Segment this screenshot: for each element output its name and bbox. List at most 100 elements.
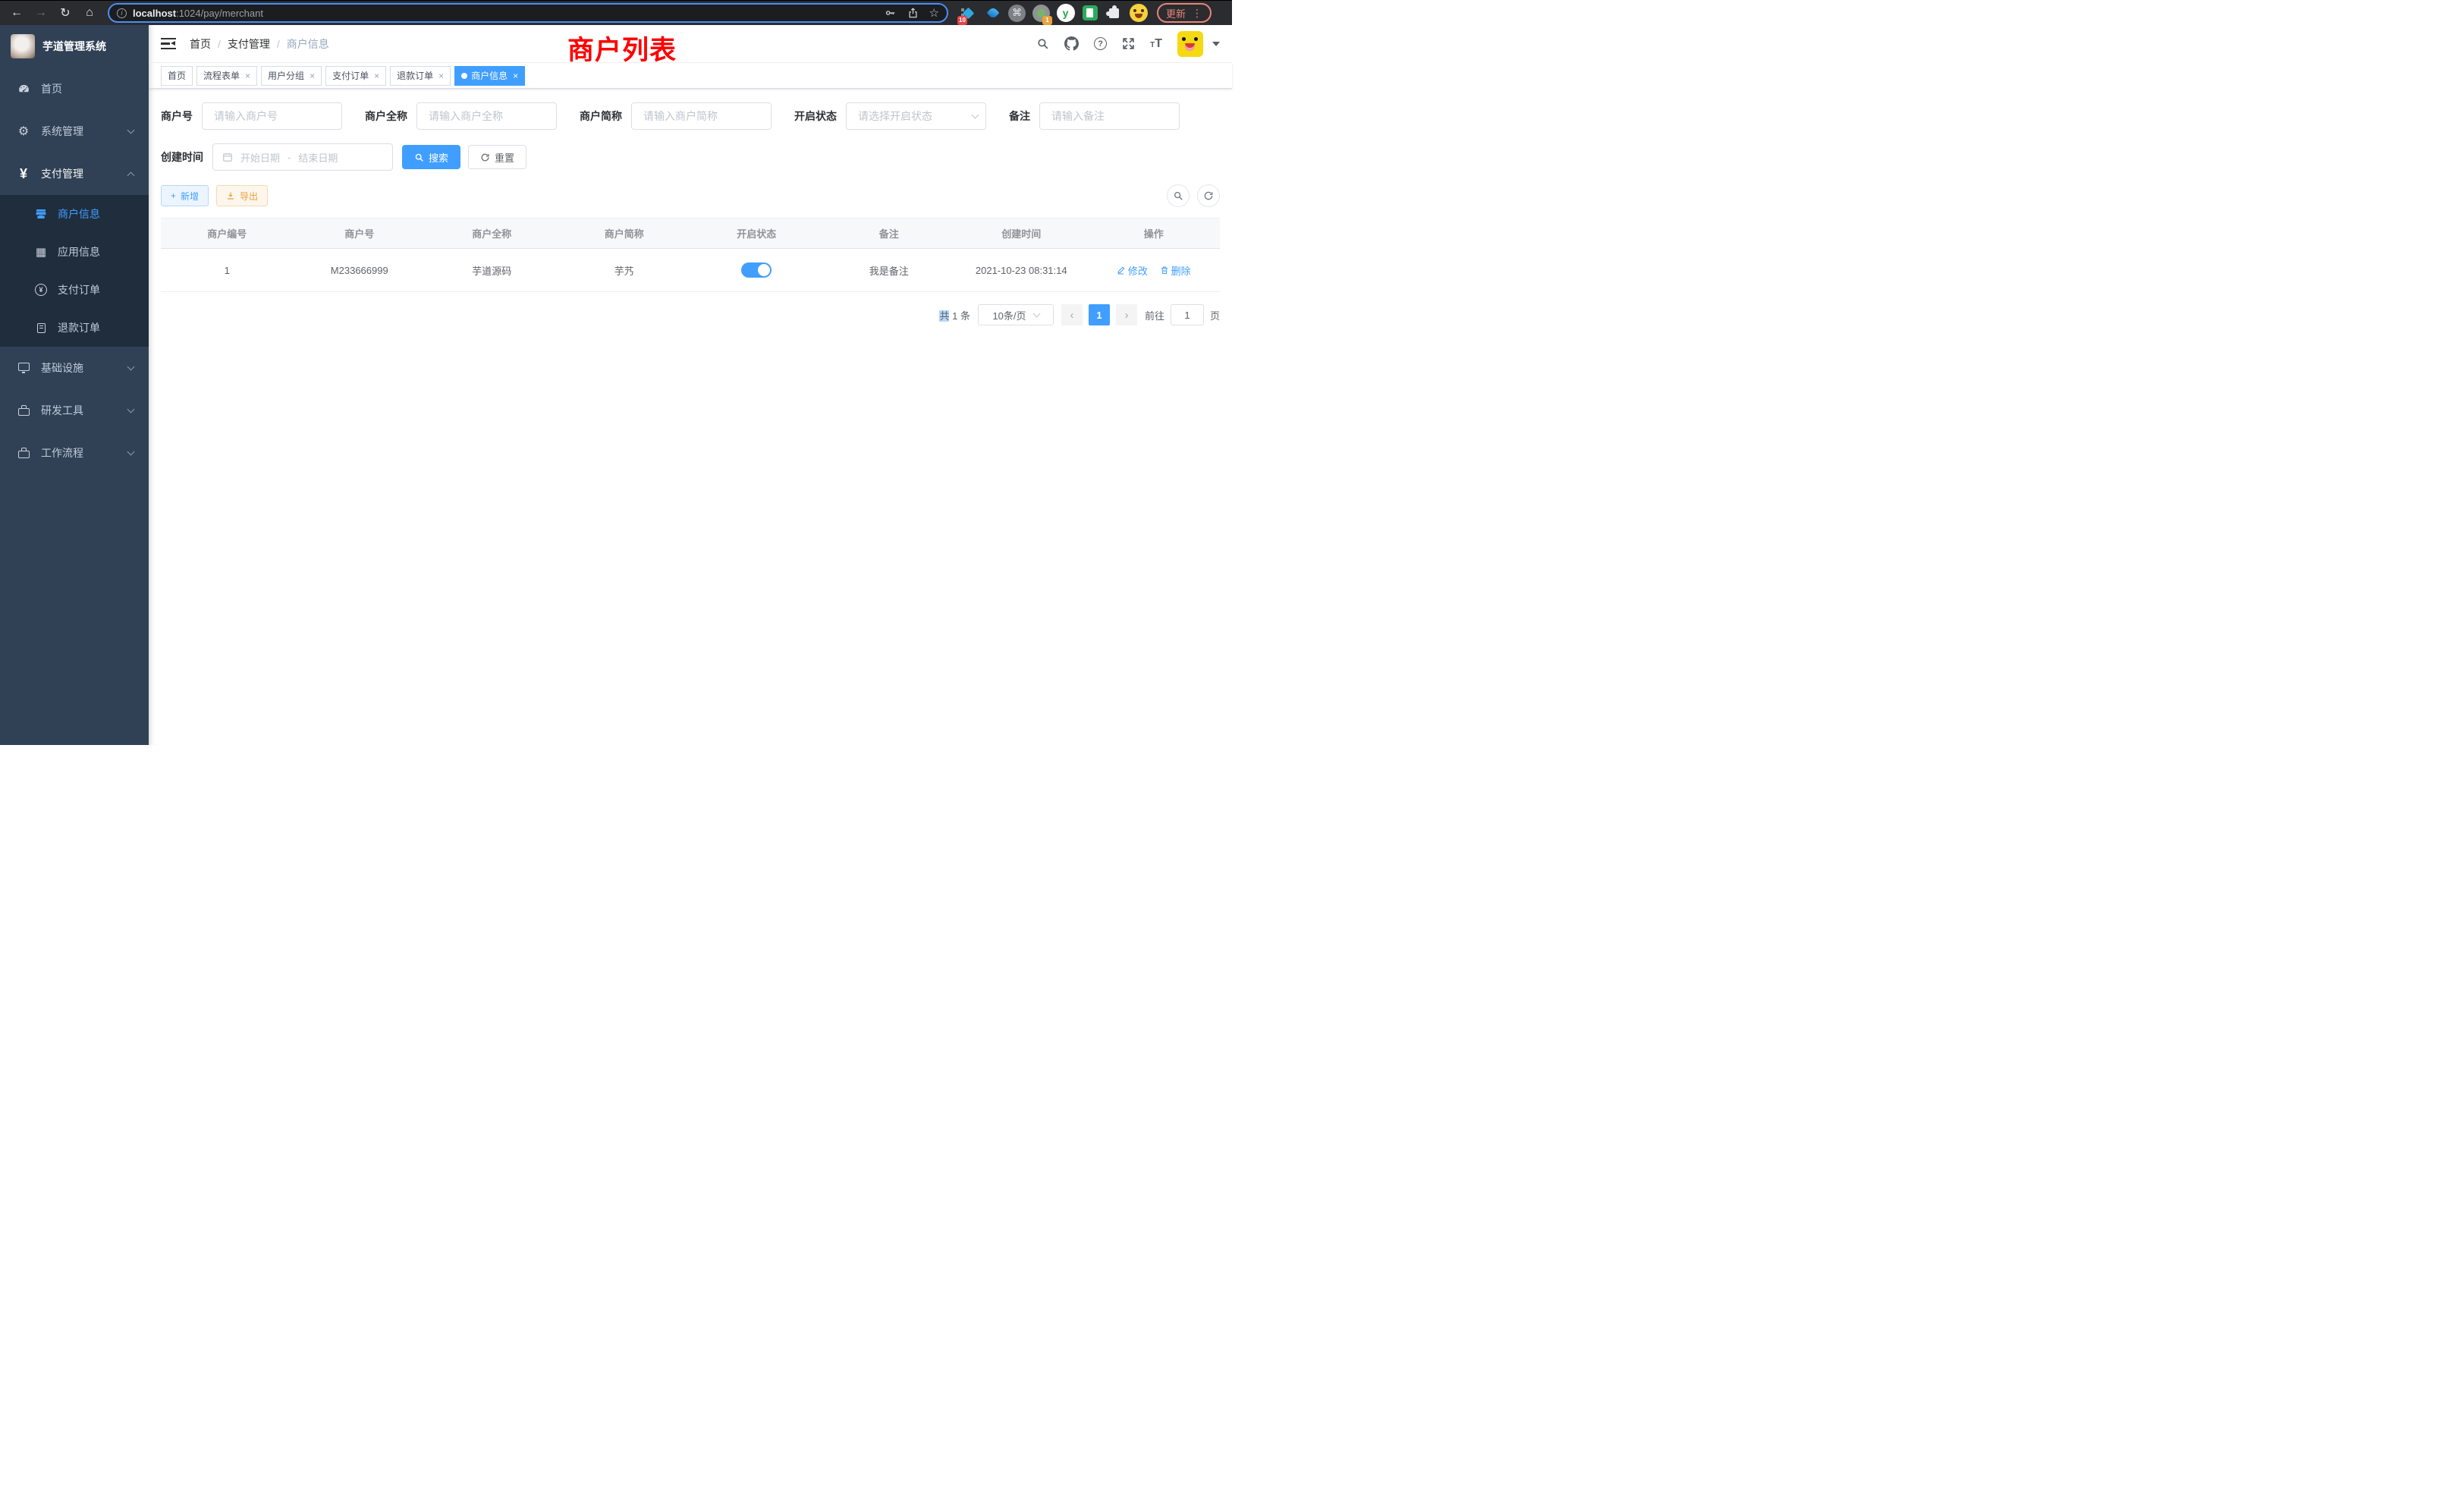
close-icon[interactable]: × bbox=[245, 71, 250, 81]
github-icon[interactable] bbox=[1064, 36, 1079, 51]
status-select[interactable]: 请选择开启状态 bbox=[846, 102, 986, 130]
filter-row-1: 商户号 商户全称 商户简称 开启状态 请选择开启状态 bbox=[161, 102, 1220, 130]
extension-command-icon[interactable]: ⌘ bbox=[1007, 4, 1026, 23]
extension-y-icon[interactable]: y bbox=[1056, 4, 1075, 23]
merchant-list-page: 商户号 商户全称 商户简称 开启状态 请选择开启状态 bbox=[149, 89, 1232, 325]
pagination-total: 共 1 条 bbox=[939, 308, 970, 322]
cell-create-time: 2021-10-23 08:31:14 bbox=[955, 249, 1088, 292]
extension-note-icon[interactable] bbox=[1080, 4, 1099, 23]
end-date-placeholder: 结束日期 bbox=[298, 150, 338, 165]
export-button[interactable]: 导出 bbox=[216, 185, 268, 206]
edit-link[interactable]: 修改 bbox=[1117, 263, 1148, 278]
key-icon[interactable] bbox=[885, 7, 897, 19]
fullscreen-icon[interactable] bbox=[1122, 37, 1135, 50]
edit-pencil-icon bbox=[1117, 266, 1126, 275]
sidebar-item-label: 支付管理 bbox=[41, 166, 83, 181]
merchant-table: 商户编号 商户号 商户全称 商户简称 开启状态 备注 创建时间 操作 1 M23… bbox=[161, 218, 1220, 292]
sidebar-item-payment[interactable]: ¥ 支付管理 bbox=[0, 152, 149, 195]
create-time-label: 创建时间 bbox=[161, 149, 203, 165]
delete-link[interactable]: 删除 bbox=[1160, 263, 1191, 278]
sidebar-item-label: 退款订单 bbox=[58, 320, 100, 335]
chevron-down-icon bbox=[1032, 310, 1040, 317]
site-info-icon[interactable]: i bbox=[117, 8, 127, 18]
plus-icon: + bbox=[171, 190, 176, 201]
gear-icon: ⚙ bbox=[15, 124, 32, 139]
bookmark-star-icon[interactable]: ☆ bbox=[929, 6, 939, 20]
logo-rabbit-image bbox=[11, 34, 35, 58]
create-time-range-picker[interactable]: 开始日期 - 结束日期 bbox=[212, 143, 393, 171]
sidebar-item-label: 基础设施 bbox=[41, 360, 83, 376]
next-page-button[interactable]: › bbox=[1116, 304, 1137, 325]
toggle-search-button[interactable] bbox=[1167, 184, 1190, 207]
share-icon[interactable] bbox=[907, 7, 919, 19]
browser-back-icon[interactable]: ← bbox=[6, 2, 27, 24]
sidebar-item-label: 首页 bbox=[41, 81, 62, 96]
font-size-icon[interactable]: TT bbox=[1150, 37, 1162, 51]
avatar[interactable] bbox=[1177, 31, 1203, 57]
extensions-puzzle-icon[interactable] bbox=[1105, 4, 1124, 23]
sidebar-item-home[interactable]: 首页 bbox=[0, 68, 149, 110]
sidebar-item-label: 支付订单 bbox=[58, 282, 100, 297]
browser-reload-icon[interactable]: ↻ bbox=[55, 2, 76, 24]
close-icon[interactable]: × bbox=[310, 71, 315, 81]
sidebar-item-workflow[interactable]: 工作流程 bbox=[0, 432, 149, 474]
date-separator: - bbox=[288, 152, 291, 163]
browser-menu-icon[interactable]: ⋮ bbox=[1192, 7, 1202, 20]
close-icon[interactable]: × bbox=[374, 71, 379, 81]
collapse-sidebar-icon[interactable] bbox=[161, 38, 176, 50]
tab-home[interactable]: 首页 bbox=[161, 66, 193, 86]
table-row: 1 M233666999 芋道源码 芋艿 我是备注 2021-10-23 08:… bbox=[161, 249, 1220, 292]
browser-forward-icon[interactable]: → bbox=[30, 2, 52, 24]
remark-input[interactable] bbox=[1039, 102, 1180, 130]
tab-process-form[interactable]: 流程表单× bbox=[196, 66, 257, 86]
help-icon[interactable]: ? bbox=[1094, 37, 1107, 50]
address-bar[interactable]: i localhost:1024/pay/merchant ☆ bbox=[108, 3, 948, 23]
reset-button[interactable]: 重置 bbox=[468, 145, 526, 169]
breadcrumb-payment[interactable]: 支付管理 bbox=[228, 36, 270, 52]
main-content: 商户列表 首页 / 支付管理 / 商户信息 ? TT 首页 bbox=[149, 25, 1232, 745]
extension-dot-icon[interactable]: 1 bbox=[1032, 4, 1051, 23]
tab-refund-order[interactable]: 退款订单× bbox=[390, 66, 451, 86]
prev-page-button[interactable]: ‹ bbox=[1061, 304, 1083, 325]
close-icon[interactable]: × bbox=[513, 71, 518, 81]
browser-update-button[interactable]: 更新 ⋮ bbox=[1157, 3, 1212, 23]
sidebar-item-refund-order[interactable]: 退款订单 bbox=[0, 309, 149, 347]
merchant-short-input[interactable] bbox=[631, 102, 772, 130]
page-annotation: 商户列表 bbox=[567, 29, 677, 68]
extension-diamond-icon[interactable]: 10 bbox=[959, 4, 978, 23]
sidebar-logo[interactable]: 芋道管理系统 bbox=[0, 25, 149, 68]
sidebar-item-infrastructure[interactable]: 基础设施 bbox=[0, 347, 149, 389]
sidebar-item-label: 系统管理 bbox=[41, 124, 83, 139]
status-toggle-on[interactable] bbox=[741, 262, 772, 278]
dashboard-icon bbox=[15, 83, 32, 96]
store-icon bbox=[33, 208, 49, 220]
tab-pay-order[interactable]: 支付订单× bbox=[325, 66, 386, 86]
search-icon[interactable] bbox=[1036, 37, 1049, 50]
tab-merchant-info[interactable]: 商户信息× bbox=[454, 66, 525, 86]
sidebar-item-dev-tools[interactable]: 研发工具 bbox=[0, 389, 149, 432]
sidebar-item-merchant-info[interactable]: 商户信息 bbox=[0, 195, 149, 233]
url-path: :1024/pay/merchant bbox=[176, 8, 263, 19]
sidebar-item-pay-order[interactable]: ¥ 支付订单 bbox=[0, 271, 149, 309]
breadcrumb-separator: / bbox=[277, 38, 280, 50]
merchant-name-input[interactable] bbox=[416, 102, 557, 130]
extension-pin-icon[interactable] bbox=[983, 4, 1002, 23]
goto-page-input[interactable] bbox=[1171, 304, 1204, 325]
merchant-no-input[interactable] bbox=[202, 102, 342, 130]
page-size-select[interactable]: 10条/页 bbox=[978, 304, 1054, 325]
add-button[interactable]: + 新增 bbox=[161, 185, 209, 206]
search-button[interactable]: 搜索 bbox=[402, 145, 460, 169]
sidebar-item-app-info[interactable]: ▦ 应用信息 bbox=[0, 233, 149, 271]
close-icon[interactable]: × bbox=[438, 71, 444, 81]
tab-user-group[interactable]: 用户分组× bbox=[261, 66, 322, 86]
avatar-caret-icon[interactable] bbox=[1212, 42, 1220, 46]
start-date-placeholder: 开始日期 bbox=[240, 150, 280, 165]
refresh-table-button[interactable] bbox=[1197, 184, 1220, 207]
profile-emoji-avatar[interactable] bbox=[1129, 4, 1148, 23]
merchant-name-label: 商户全称 bbox=[365, 108, 407, 124]
breadcrumb-home[interactable]: 首页 bbox=[190, 36, 211, 52]
sidebar-item-system[interactable]: ⚙ 系统管理 bbox=[0, 110, 149, 152]
browser-home-icon[interactable]: ⌂ bbox=[79, 2, 100, 24]
url-text[interactable]: localhost:1024/pay/merchant bbox=[133, 8, 878, 19]
page-1-button[interactable]: 1 bbox=[1089, 304, 1110, 325]
